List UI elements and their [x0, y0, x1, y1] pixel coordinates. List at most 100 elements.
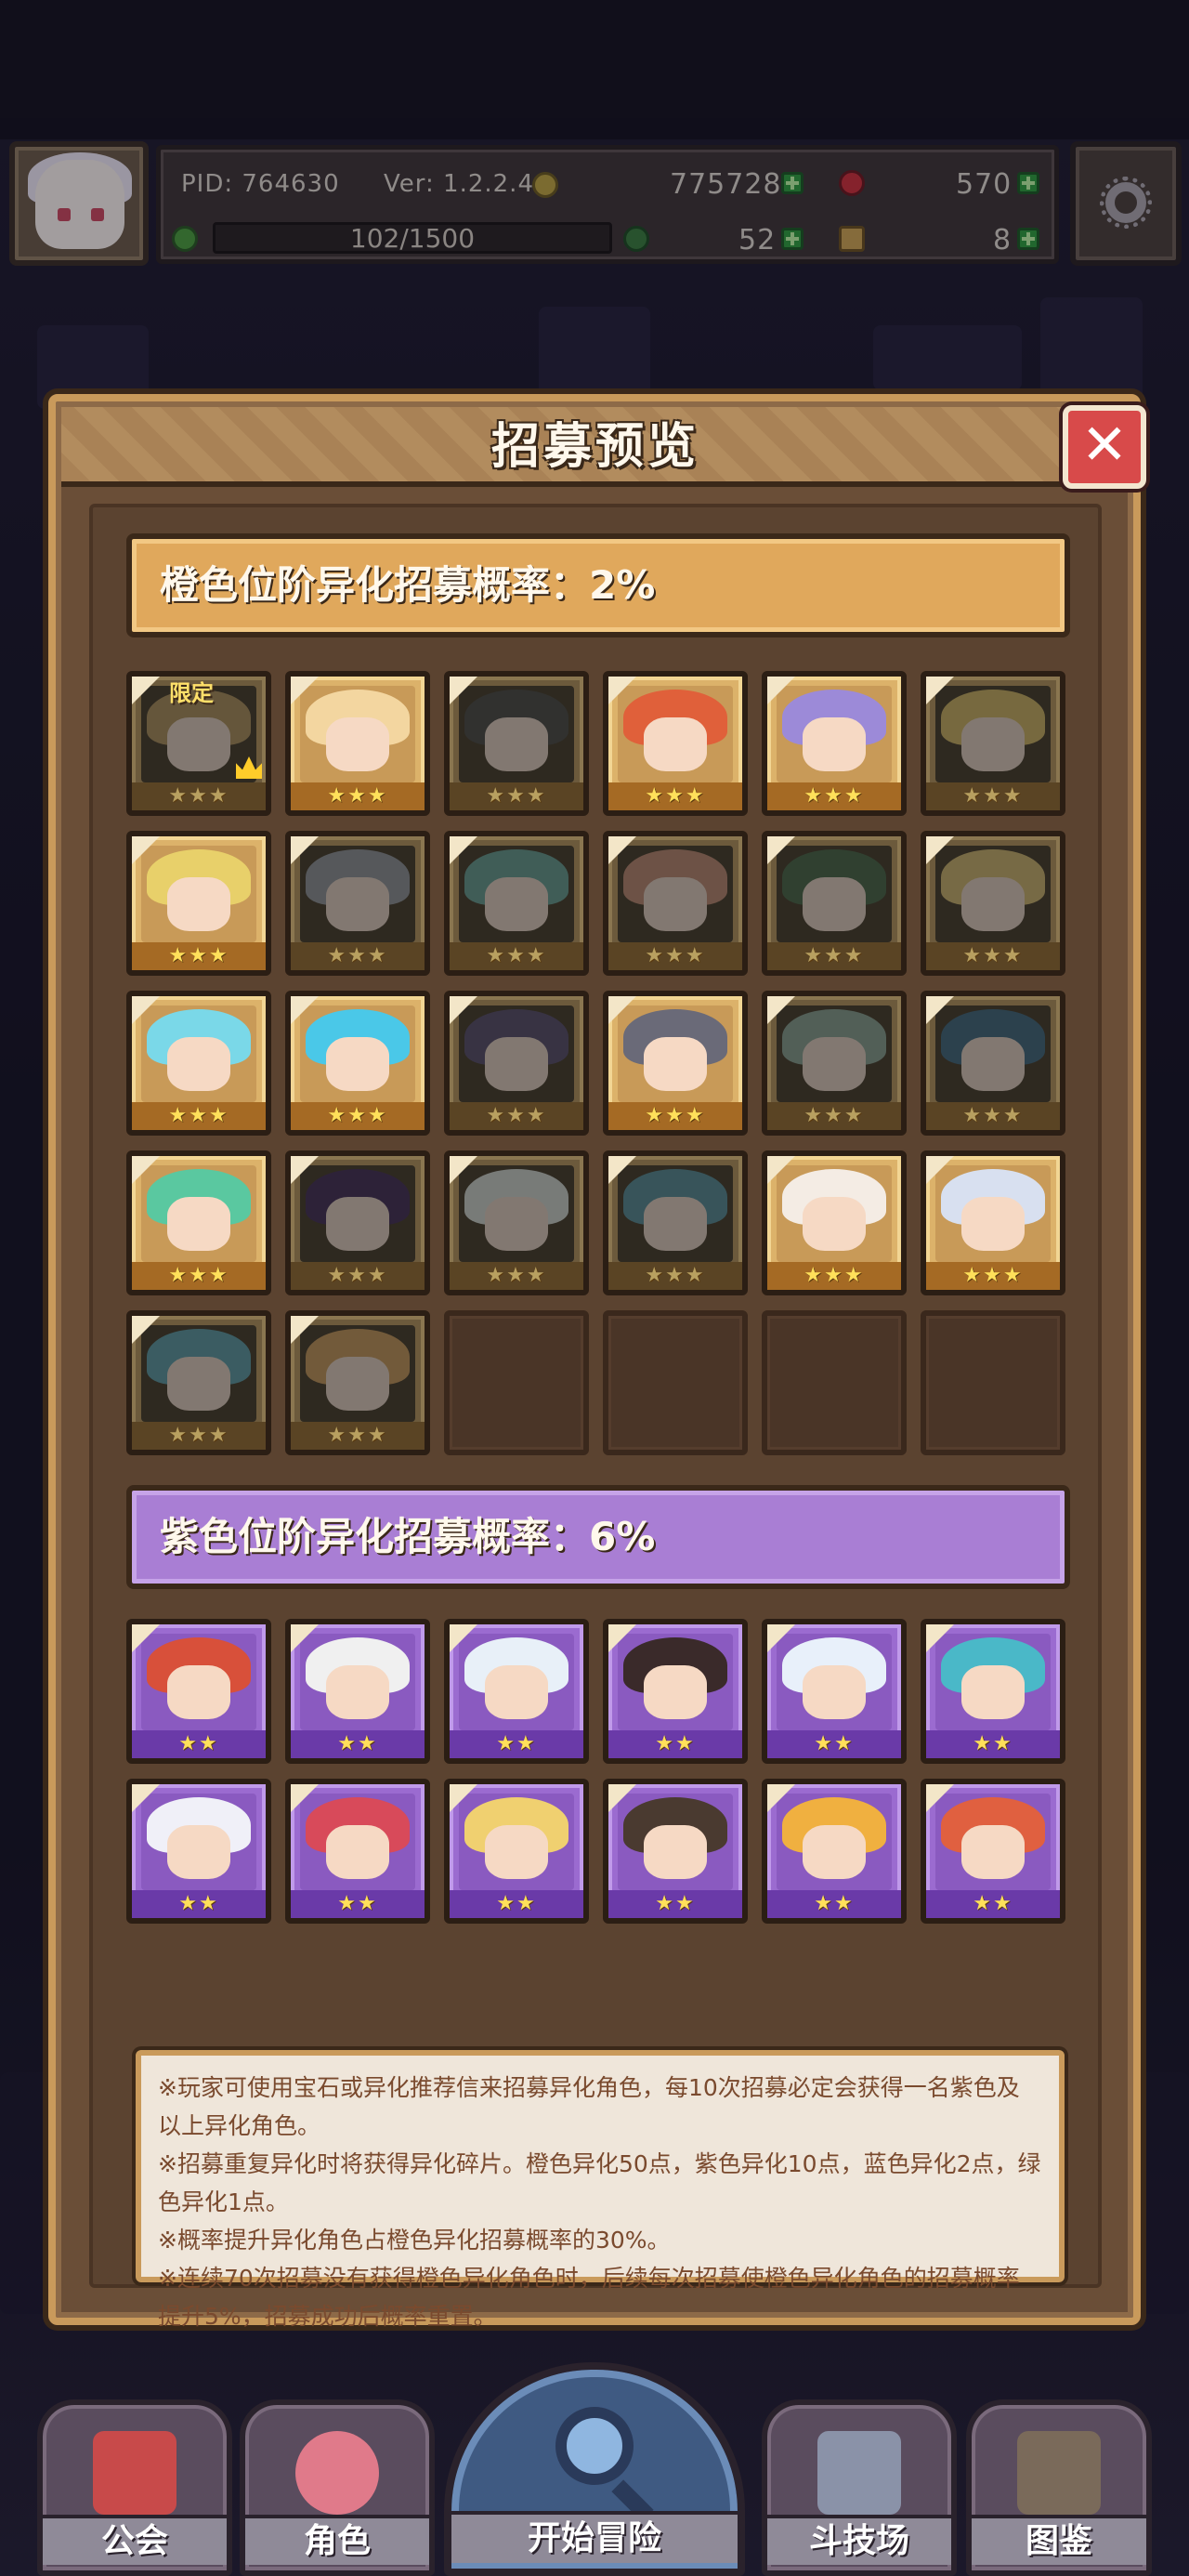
ruby-gem-icon [839, 170, 865, 196]
orange-character-card[interactable]: ★★★ [444, 991, 589, 1136]
add-gem-icon[interactable] [1017, 172, 1039, 194]
character-portrait [618, 846, 733, 942]
purple-character-card[interactable]: ★★ [126, 1779, 271, 1924]
crossed-swords-icon [817, 2431, 901, 2515]
nav-character-label: 角色 [245, 2515, 429, 2565]
clover-icon [172, 226, 198, 252]
purple-character-card[interactable]: ★★ [762, 1619, 907, 1764]
nav-arena[interactable]: 斗技场 [762, 2399, 957, 2576]
purple-character-card[interactable]: ★★ [603, 1619, 748, 1764]
orange-character-card[interactable]: ★★★ [285, 671, 430, 816]
nav-character[interactable]: 角色 [240, 2399, 435, 2576]
note-line: ※概率提升异化角色占橙色异化招募概率的30%。 [158, 2227, 671, 2254]
nav-arena-label: 斗技场 [767, 2515, 951, 2565]
orange-character-card[interactable]: ★★★ [921, 1150, 1065, 1295]
orange-character-card[interactable]: ★★★ [126, 991, 271, 1136]
player-id: PID: 764630 [181, 170, 340, 198]
add-hammer-icon[interactable] [1017, 228, 1039, 250]
modal-title: 招募预览 [490, 419, 699, 475]
star-rating: ★★ [450, 1890, 583, 1918]
purple-character-card[interactable]: ★★ [762, 1779, 907, 1924]
purple-character-card[interactable]: ★★ [444, 1619, 589, 1764]
orange-character-card[interactable]: ★★★ [921, 991, 1065, 1136]
character-portrait [459, 846, 574, 942]
note-line: ※玩家可使用宝石或异化推荐信来招募异化角色，每10次招募必定会获得一名紫色及以上… [158, 2074, 1020, 2139]
purple-character-card[interactable]: ★★ [285, 1619, 430, 1764]
purple-character-card[interactable]: ★★ [285, 1779, 430, 1924]
empty-card-slot [603, 1310, 748, 1455]
orange-character-card[interactable]: ★★★ [126, 831, 271, 976]
top-hud: PID: 764630 Ver: 1.2.2.4 775728 570 102/… [0, 141, 1189, 271]
star-rating: ★★★ [291, 942, 425, 970]
orange-character-card[interactable]: ★★★ [762, 1150, 907, 1295]
settings-button[interactable] [1070, 141, 1182, 266]
character-portrait [141, 1325, 256, 1422]
gold-coin-icon [532, 172, 558, 198]
orange-character-card[interactable]: ★★★ [285, 1150, 430, 1295]
character-portrait [459, 1005, 574, 1102]
clover-ticket-icon [623, 226, 649, 252]
orange-character-card[interactable]: ★★★ [285, 991, 430, 1136]
character-portrait [459, 686, 574, 782]
character-portrait [141, 1005, 256, 1102]
add-gold-icon[interactable] [781, 172, 804, 194]
purple-character-card[interactable]: ★★ [603, 1779, 748, 1924]
nav-start-adventure[interactable]: 开始冒险 [444, 2362, 745, 2576]
purple-character-card[interactable]: ★★ [921, 1779, 1065, 1924]
star-rating: ★★★ [926, 942, 1060, 970]
character-portrait [777, 1794, 892, 1890]
bottom-navigation: 公会 角色 开始冒险 斗技场 图鉴 [0, 2351, 1189, 2576]
character-portrait [459, 1165, 574, 1262]
character-portrait [459, 1634, 574, 1730]
orange-character-card[interactable]: ★★★ [603, 991, 748, 1136]
orange-character-card[interactable]: ★★★ [444, 1150, 589, 1295]
star-rating: ★★★ [132, 1422, 266, 1450]
recruit-preview-modal: 招募预览 ✕ 橙色位阶异化招募概率：2% ★★★ 限定 ★★★ ★★★ ★★★ ★★★ ★★… [48, 394, 1146, 2330]
star-rating: ★★★ [608, 942, 742, 970]
star-rating: ★★★ [926, 1262, 1060, 1290]
character-portrait [300, 1634, 415, 1730]
character-portrait [935, 1794, 1051, 1890]
orange-character-card[interactable]: ★★★ [921, 671, 1065, 816]
orange-character-card[interactable]: ★★★ [762, 671, 907, 816]
stats-panel: PID: 764630 Ver: 1.2.2.4 775728 570 102/… [156, 145, 1059, 264]
orange-character-card[interactable]: ★★★ [762, 831, 907, 976]
orange-character-card[interactable]: ★★★ [603, 831, 748, 976]
star-rating: ★★★ [608, 1102, 742, 1130]
player-avatar[interactable] [9, 141, 149, 266]
note-line: ※招募重复异化时将获得异化碎片。橙色异化50点，紫色异化10点，蓝色异化2点，绿… [158, 2150, 1041, 2215]
orange-character-card[interactable]: ★★★ [444, 831, 589, 976]
orange-character-card[interactable]: ★★★ [603, 1150, 748, 1295]
orange-character-card[interactable]: ★★★ [762, 991, 907, 1136]
purple-character-card[interactable]: ★★ [921, 1619, 1065, 1764]
orange-character-card[interactable]: ★★★ [444, 671, 589, 816]
guild-hall-icon [93, 2431, 176, 2515]
character-portrait [141, 846, 256, 942]
orange-character-card[interactable]: ★★★ [285, 1310, 430, 1455]
orange-character-card[interactable]: ★★★ [921, 831, 1065, 976]
orange-character-card[interactable]: ★★★ 限定 [126, 671, 271, 816]
orange-character-card[interactable]: ★★★ [603, 671, 748, 816]
purple-character-card[interactable]: ★★ [444, 1779, 589, 1924]
note-line: ※连续70次招募没有获得橙色异化角色时，后续每次招募使橙色异化角色的招募概率提升… [158, 2265, 1020, 2330]
star-rating: ★★★ [926, 782, 1060, 810]
purple-tier-banner: 紫色位阶异化招募概率：6% [126, 1485, 1070, 1589]
purple-character-card[interactable]: ★★ [126, 1619, 271, 1764]
nav-guild-label: 公会 [43, 2515, 227, 2565]
gold-amount: 775728 [670, 168, 782, 201]
add-clover-icon[interactable] [781, 228, 804, 250]
star-rating: ★★★ [291, 782, 425, 810]
character-face-icon [295, 2431, 379, 2515]
star-rating: ★★ [132, 1730, 266, 1758]
character-portrait [618, 1634, 733, 1730]
close-button[interactable]: ✕ [1063, 405, 1146, 489]
character-portrait [777, 1005, 892, 1102]
limited-tag: 限定 [169, 680, 214, 706]
star-rating: ★★★ [132, 1262, 266, 1290]
character-portrait [777, 846, 892, 942]
nav-codex[interactable]: 图鉴 [966, 2399, 1152, 2576]
nav-guild[interactable]: 公会 [37, 2399, 232, 2576]
orange-character-card[interactable]: ★★★ [285, 831, 430, 976]
orange-character-card[interactable]: ★★★ [126, 1150, 271, 1295]
orange-character-card[interactable]: ★★★ [126, 1310, 271, 1455]
